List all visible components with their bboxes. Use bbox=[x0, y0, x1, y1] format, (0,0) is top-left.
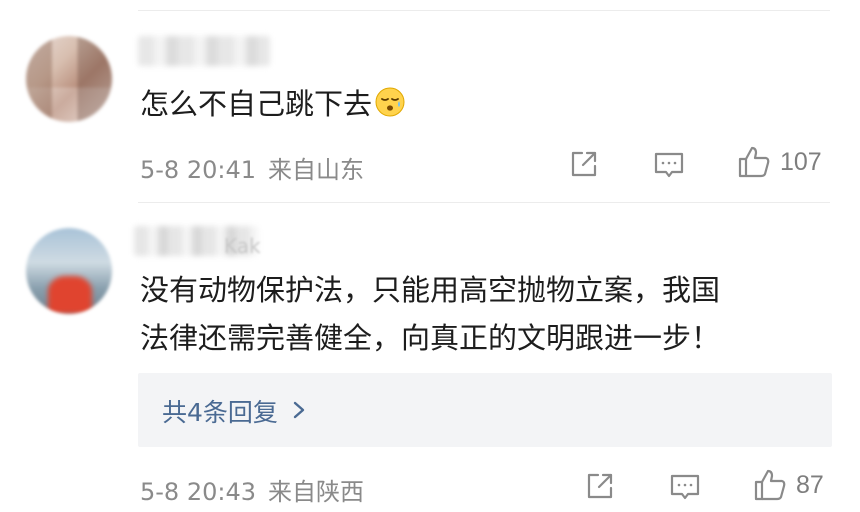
comment-button[interactable] bbox=[653, 149, 685, 181]
comment-body-line-2: 法律还需完善健全，向真正的文明跟进一步！ bbox=[140, 321, 721, 355]
comment-location: 来自陕西 bbox=[268, 478, 364, 506]
comment-icon bbox=[653, 149, 685, 181]
username-fragment: Kak bbox=[224, 234, 261, 258]
share-button[interactable] bbox=[568, 148, 600, 180]
like-button[interactable]: 107 bbox=[736, 144, 822, 180]
replies-box: 共4条回复 bbox=[138, 373, 832, 447]
view-replies-link[interactable]: 共4条回复 bbox=[162, 393, 306, 429]
sad-sweat-emoji-icon bbox=[374, 84, 406, 132]
share-icon bbox=[568, 148, 600, 180]
share-icon bbox=[584, 470, 616, 502]
comment-date: 5-8 20:43 bbox=[140, 478, 256, 506]
comment-text: 怎么不自己跳下去 bbox=[140, 80, 406, 132]
share-button[interactable] bbox=[584, 470, 616, 502]
comment-text: 没有动物保护法，只能用高空抛物立案，我国 法律还需完善健全，向真正的文明跟进一步… bbox=[140, 266, 720, 362]
comment-location: 来自山东 bbox=[268, 156, 364, 184]
username-blurred[interactable] bbox=[138, 36, 270, 66]
like-icon bbox=[752, 467, 788, 503]
divider-middle bbox=[138, 202, 830, 203]
comment-meta: 5-8 20:43 来自陕西 bbox=[140, 472, 364, 507]
like-count: 87 bbox=[796, 470, 824, 499]
chevron-right-icon bbox=[292, 397, 306, 426]
comment-body-line-1: 没有动物保护法，只能用高空抛物立案，我国 bbox=[140, 273, 721, 307]
comment-meta: 5-8 20:41 来自山东 bbox=[140, 150, 364, 185]
comment-body: 怎么不自己跳下去 bbox=[140, 87, 373, 121]
avatar[interactable] bbox=[26, 228, 112, 314]
comment-button[interactable] bbox=[669, 471, 701, 503]
divider-top bbox=[138, 10, 830, 11]
avatar[interactable] bbox=[26, 36, 112, 122]
comment-list: 怎么不自己跳下去 5-8 20:41 来自山东 107 Kak 没有动物保护法，… bbox=[0, 0, 860, 512]
comment-date: 5-8 20:41 bbox=[140, 156, 256, 184]
comment-icon bbox=[669, 471, 701, 503]
like-count: 107 bbox=[780, 147, 822, 176]
like-icon bbox=[736, 144, 772, 180]
like-button[interactable]: 87 bbox=[752, 467, 824, 503]
replies-label: 共4条回复 bbox=[162, 398, 278, 427]
